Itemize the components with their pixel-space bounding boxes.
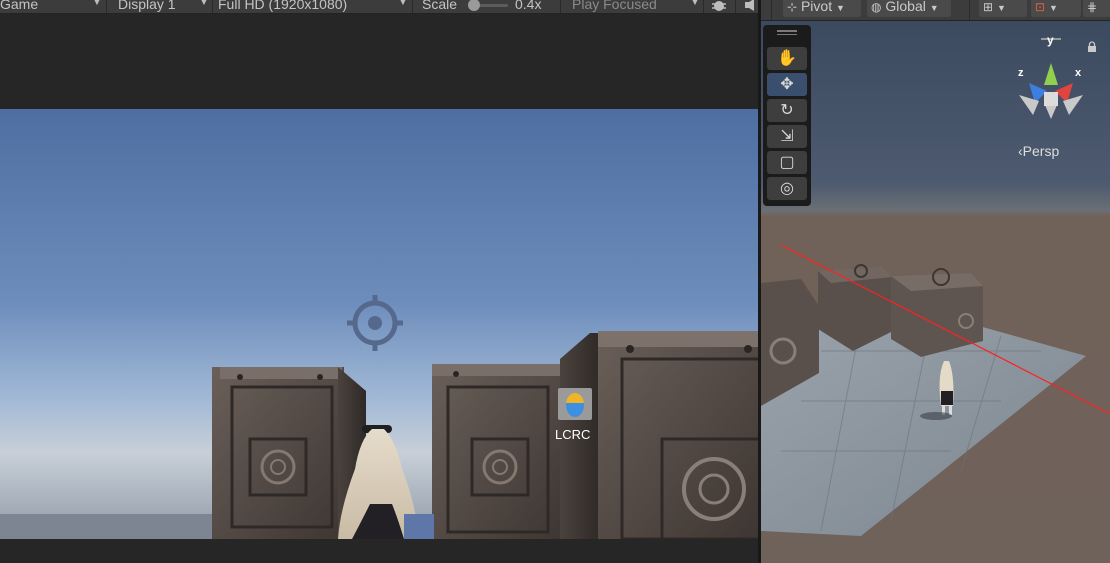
grid-icon: ⋕ xyxy=(1087,0,1098,14)
toolbar-divider xyxy=(771,0,772,20)
toolbar-divider xyxy=(412,0,413,13)
pivot-dropdown[interactable]: ⊹ Pivot ▼ xyxy=(783,0,861,17)
globe-icon: ◍ xyxy=(871,0,882,14)
toolbar-divider xyxy=(560,0,561,13)
display-dropdown[interactable]: Display 1 xyxy=(118,0,176,12)
projection-label[interactable]: ‹Persp xyxy=(1018,143,1059,159)
toolbar-divider xyxy=(969,0,970,20)
gizmo-z-label: z xyxy=(1018,67,1024,79)
gizmo-y-label: y xyxy=(1047,33,1054,47)
hand-icon: ✋ xyxy=(777,50,797,67)
transform-icon: ◎ xyxy=(780,180,794,197)
crate-middle xyxy=(432,364,562,539)
gizmo-x-label: x xyxy=(1075,67,1082,79)
chevron-down-icon: ▼ xyxy=(1048,3,1058,13)
scene-crate-front xyxy=(891,268,983,357)
scale-icon: ⇲ xyxy=(780,128,794,145)
mouse-lcrc-icon xyxy=(558,388,592,420)
drag-handle-line xyxy=(777,34,797,35)
rect-icon: ▢ xyxy=(779,154,795,171)
global-label: Global xyxy=(885,0,926,14)
toolbar-divider xyxy=(106,0,107,13)
chevron-down-icon: ▼ xyxy=(199,0,209,8)
lock-icon[interactable] xyxy=(1087,41,1097,53)
global-dropdown[interactable]: ◍ Global ▼ xyxy=(867,0,951,17)
rotate-icon: ↻ xyxy=(780,102,794,119)
scale-value: 0.4x xyxy=(515,0,542,12)
chevron-down-icon: ▼ xyxy=(835,3,845,13)
pivot-icon: ⊹ xyxy=(787,0,798,14)
play-mode-dropdown[interactable]: Play Focused xyxy=(572,0,657,12)
toolbar-divider xyxy=(212,0,213,13)
grid-snap-icon: ⊞ xyxy=(983,0,994,14)
drag-handle[interactable] xyxy=(777,30,797,32)
scale-tool-button[interactable]: ⇲ xyxy=(767,125,807,148)
pivot-label: Pivot xyxy=(800,0,833,14)
game-toolbar: Game ▼ Display 1 ▼ Full HD (1920x1080) ▼… xyxy=(0,0,758,14)
move-icon: ✥ xyxy=(780,76,794,93)
transform-tool-button[interactable]: ◎ xyxy=(767,177,807,200)
game-letterbox-top xyxy=(0,14,758,109)
hand-tool-button[interactable]: ✋ xyxy=(767,47,807,70)
rotate-tool-button[interactable]: ↻ xyxy=(767,99,807,122)
game-view[interactable] xyxy=(0,109,758,539)
lcrc-label: LCRC xyxy=(555,427,591,442)
toolbar-divider xyxy=(735,0,736,13)
scene-view[interactable]: y z x xyxy=(761,21,1110,563)
scene-toolbar: ⊹ Pivot ▼ ◍ Global ▼ ⊞ ▼ ⊡ ▼ ⋕ xyxy=(761,0,1110,21)
crosshair-icon xyxy=(347,295,403,351)
resolution-dropdown[interactable]: Full HD (1920x1080) xyxy=(218,0,347,12)
grid-snap-button[interactable]: ⊞ ▼ xyxy=(979,0,1027,17)
grid-visibility-button[interactable]: ⋕ xyxy=(1083,0,1110,17)
orientation-gizmo[interactable] xyxy=(1011,35,1091,125)
game-view-dropdown[interactable]: Game xyxy=(0,0,38,12)
chevron-down-icon: ▼ xyxy=(929,3,939,13)
scale-slider-handle[interactable] xyxy=(468,0,480,11)
chevron-down-icon: ▼ xyxy=(996,3,1006,13)
chevron-down-icon: ▼ xyxy=(92,0,102,8)
scale-label: Scale xyxy=(422,0,458,12)
chevron-down-icon: ▼ xyxy=(690,0,700,8)
speaker-icon[interactable] xyxy=(744,0,756,11)
toolbar-divider xyxy=(703,0,704,13)
game-letterbox-bottom xyxy=(0,539,758,563)
bug-icon[interactable] xyxy=(710,0,728,12)
move-tool-button[interactable]: ✥ xyxy=(767,73,807,96)
chevron-down-icon: ▼ xyxy=(398,0,408,8)
rect-tool-button[interactable]: ▢ xyxy=(767,151,807,174)
snap-icon: ⊡ xyxy=(1035,0,1046,14)
increment-snap-button[interactable]: ⊡ ▼ xyxy=(1031,0,1081,17)
tool-palette: ✋ ✥ ↻ ⇲ ▢ ◎ xyxy=(763,25,811,206)
